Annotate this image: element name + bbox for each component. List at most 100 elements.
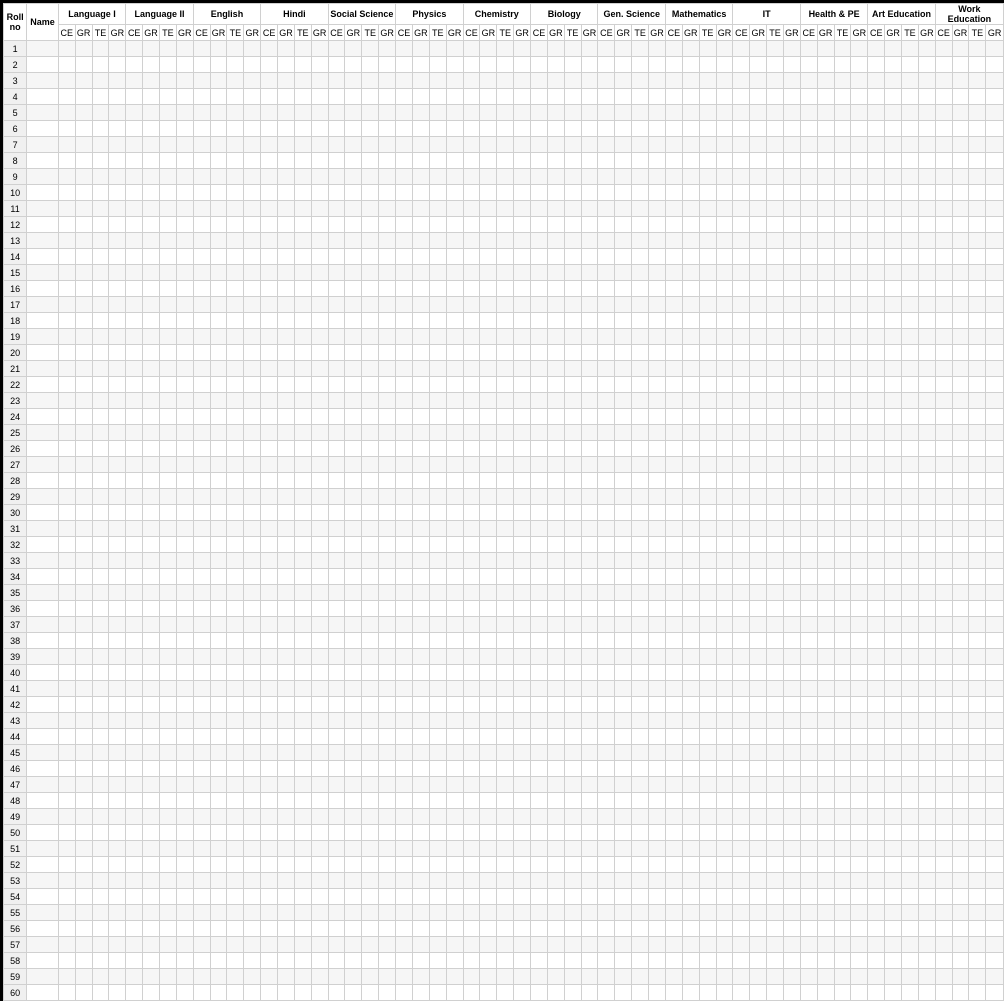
mark-cell[interactable] xyxy=(716,153,733,169)
mark-cell[interactable] xyxy=(176,537,193,553)
mark-cell[interactable] xyxy=(581,489,598,505)
mark-cell[interactable] xyxy=(800,825,817,841)
mark-cell[interactable] xyxy=(176,745,193,761)
mark-cell[interactable] xyxy=(463,697,480,713)
mark-cell[interactable] xyxy=(935,377,952,393)
mark-cell[interactable] xyxy=(379,265,396,281)
mark-cell[interactable] xyxy=(328,281,345,297)
mark-cell[interactable] xyxy=(396,457,413,473)
mark-cell[interactable] xyxy=(429,233,446,249)
mark-cell[interactable] xyxy=(767,649,784,665)
mark-cell[interactable] xyxy=(294,873,311,889)
mark-cell[interactable] xyxy=(328,265,345,281)
mark-cell[interactable] xyxy=(783,473,800,489)
mark-cell[interactable] xyxy=(851,745,868,761)
mark-cell[interactable] xyxy=(935,537,952,553)
mark-cell[interactable] xyxy=(92,953,109,969)
mark-cell[interactable] xyxy=(902,921,919,937)
mark-cell[interactable] xyxy=(514,713,531,729)
mark-cell[interactable] xyxy=(92,137,109,153)
mark-cell[interactable] xyxy=(699,985,716,1001)
mark-cell[interactable] xyxy=(615,185,632,201)
mark-cell[interactable] xyxy=(362,889,379,905)
mark-cell[interactable] xyxy=(733,921,750,937)
mark-cell[interactable] xyxy=(564,217,581,233)
mark-cell[interactable] xyxy=(665,393,682,409)
mark-cell[interactable] xyxy=(952,745,969,761)
mark-cell[interactable] xyxy=(649,329,666,345)
mark-cell[interactable] xyxy=(851,649,868,665)
mark-cell[interactable] xyxy=(126,153,143,169)
mark-cell[interactable] xyxy=(649,617,666,633)
mark-cell[interactable] xyxy=(986,809,1004,825)
mark-cell[interactable] xyxy=(446,425,463,441)
mark-cell[interactable] xyxy=(311,441,328,457)
mark-cell[interactable] xyxy=(598,617,615,633)
mark-cell[interactable] xyxy=(497,345,514,361)
mark-cell[interactable] xyxy=(278,265,295,281)
mark-cell[interactable] xyxy=(834,137,851,153)
mark-cell[interactable] xyxy=(581,409,598,425)
mark-cell[interactable] xyxy=(699,761,716,777)
mark-cell[interactable] xyxy=(767,153,784,169)
mark-cell[interactable] xyxy=(379,649,396,665)
mark-cell[interactable] xyxy=(497,889,514,905)
mark-cell[interactable] xyxy=(699,409,716,425)
mark-cell[interactable] xyxy=(109,41,126,57)
mark-cell[interactable] xyxy=(716,249,733,265)
mark-cell[interactable] xyxy=(497,441,514,457)
mark-cell[interactable] xyxy=(547,457,564,473)
mark-cell[interactable] xyxy=(497,281,514,297)
mark-cell[interactable] xyxy=(750,969,767,985)
mark-cell[interactable] xyxy=(92,649,109,665)
mark-cell[interactable] xyxy=(918,681,935,697)
mark-cell[interactable] xyxy=(868,969,885,985)
mark-cell[interactable] xyxy=(278,89,295,105)
mark-cell[interactable] xyxy=(851,889,868,905)
mark-cell[interactable] xyxy=(665,281,682,297)
mark-cell[interactable] xyxy=(547,633,564,649)
mark-cell[interactable] xyxy=(750,985,767,1001)
mark-cell[interactable] xyxy=(800,233,817,249)
mark-cell[interactable] xyxy=(75,969,92,985)
mark-cell[interactable] xyxy=(278,249,295,265)
mark-cell[interactable] xyxy=(227,137,244,153)
mark-cell[interactable] xyxy=(362,105,379,121)
mark-cell[interactable] xyxy=(244,57,261,73)
mark-cell[interactable] xyxy=(446,297,463,313)
mark-cell[interactable] xyxy=(328,473,345,489)
mark-cell[interactable] xyxy=(834,809,851,825)
mark-cell[interactable] xyxy=(429,873,446,889)
mark-cell[interactable] xyxy=(210,537,227,553)
mark-cell[interactable] xyxy=(261,825,278,841)
mark-cell[interactable] xyxy=(733,601,750,617)
mark-cell[interactable] xyxy=(817,137,834,153)
mark-cell[interactable] xyxy=(632,73,649,89)
mark-cell[interactable] xyxy=(547,649,564,665)
mark-cell[interactable] xyxy=(227,441,244,457)
mark-cell[interactable] xyxy=(800,697,817,713)
mark-cell[interactable] xyxy=(767,521,784,537)
mark-cell[interactable] xyxy=(918,873,935,889)
mark-cell[interactable] xyxy=(632,601,649,617)
mark-cell[interactable] xyxy=(362,89,379,105)
mark-cell[interactable] xyxy=(851,985,868,1001)
mark-cell[interactable] xyxy=(193,185,210,201)
name-cell[interactable] xyxy=(27,393,59,409)
mark-cell[interactable] xyxy=(682,185,699,201)
mark-cell[interactable] xyxy=(345,761,362,777)
mark-cell[interactable] xyxy=(969,617,986,633)
mark-cell[interactable] xyxy=(817,201,834,217)
mark-cell[interactable] xyxy=(885,905,902,921)
mark-cell[interactable] xyxy=(244,121,261,137)
mark-cell[interactable] xyxy=(665,489,682,505)
mark-cell[interactable] xyxy=(311,553,328,569)
mark-cell[interactable] xyxy=(716,585,733,601)
mark-cell[interactable] xyxy=(379,617,396,633)
mark-cell[interactable] xyxy=(446,393,463,409)
mark-cell[interactable] xyxy=(767,361,784,377)
mark-cell[interactable] xyxy=(665,729,682,745)
mark-cell[interactable] xyxy=(581,393,598,409)
mark-cell[interactable] xyxy=(598,345,615,361)
mark-cell[interactable] xyxy=(311,713,328,729)
